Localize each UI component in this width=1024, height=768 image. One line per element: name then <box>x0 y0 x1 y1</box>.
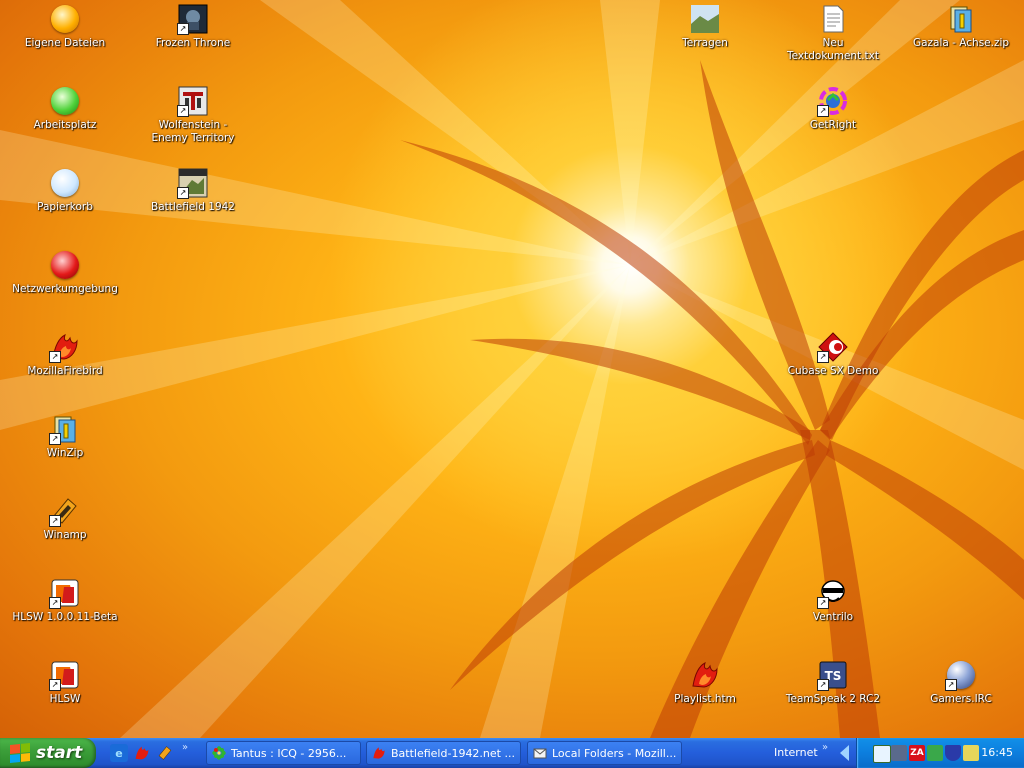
teamspeak-icon: TS ↗ <box>817 659 849 691</box>
shortcut-arrow-icon: ↗ <box>177 187 189 199</box>
shortcut-arrow-icon: ↗ <box>817 679 829 691</box>
desktop[interactable]: Eigene Dateien Arbeitsplatz Papierkorb N… <box>0 0 1024 738</box>
icq-flower-icon <box>211 745 227 761</box>
terragen-icon <box>689 3 721 35</box>
tray-network-connections-icon[interactable] <box>927 745 943 761</box>
tray-zonealarm-icon[interactable]: ZA <box>909 745 925 761</box>
desktop-icon-playlist[interactable]: Playlist.htm <box>649 659 761 706</box>
taskbar-button-battlefield-net[interactable]: Battlefield-1942.net ... <box>366 741 521 765</box>
shortcut-arrow-icon: ↗ <box>49 351 61 363</box>
shortcut-arrow-icon: ↗ <box>177 105 189 117</box>
desktop-icon-frozen-throne[interactable]: ↗ Frozen Throne <box>137 3 249 50</box>
wolfenstein-icon: ↗ <box>177 85 209 117</box>
shortcut-arrow-icon: ↗ <box>49 597 61 609</box>
battlefield-icon: ↗ <box>177 167 209 199</box>
desktop-icon-netzwerkumgebung[interactable]: Netzwerkumgebung <box>9 249 121 296</box>
desktop-icon-cubase[interactable]: ↗ Cubase SX Demo <box>777 331 889 378</box>
desktop-icon-eigene-dateien[interactable]: Eigene Dateien <box>9 3 121 50</box>
firebird-icon <box>371 745 387 761</box>
winamp-icon: ↗ <box>49 495 81 527</box>
shortcut-arrow-icon: ↗ <box>49 433 61 445</box>
desktop-icon-mozillafirebird[interactable]: ↗ MozillaFirebird <box>9 331 121 378</box>
taskbar-button-local-folders[interactable]: Local Folders - Mozill... <box>527 741 682 765</box>
ventrilo-icon: ↗ <box>817 577 849 609</box>
desktop-icon-terragen[interactable]: Terragen <box>649 3 761 50</box>
network-places-icon <box>49 249 81 281</box>
tray-network-icon[interactable] <box>891 745 907 761</box>
quicklaunch-firebird-icon[interactable] <box>133 744 151 762</box>
quicklaunch-internet-explorer-icon[interactable]: e <box>110 744 128 762</box>
tray-monitor-icon[interactable] <box>963 745 979 761</box>
desktop-icon-battlefield-1942[interactable]: ↗ Battlefield 1942 <box>137 167 249 214</box>
quicklaunch-overflow-icon[interactable]: » <box>182 742 188 753</box>
address-toolbar-label: Internet <box>774 746 818 759</box>
shortcut-arrow-icon: ↗ <box>177 23 189 35</box>
hlsw-icon: ↗ <box>49 659 81 691</box>
warcraft-frozen-throne-icon: ↗ <box>177 3 209 35</box>
shortcut-arrow-icon: ↗ <box>817 351 829 363</box>
desktop-icon-getright[interactable]: ↗ GetRight <box>777 85 889 132</box>
zip-file-icon <box>945 3 977 35</box>
mail-icon <box>532 745 548 761</box>
shortcut-arrow-icon: ↗ <box>817 597 829 609</box>
desktop-icon-hlsw[interactable]: ↗ HLSW <box>9 659 121 706</box>
taskbar-button-icq[interactable]: Tantus : ICQ - 2956... <box>206 741 361 765</box>
gamers-irc-icon: ↗ <box>945 659 977 691</box>
desktop-icon-hlsw-beta[interactable]: ↗ HLSW 1.0.0.11-Beta <box>9 577 121 624</box>
winzip-icon: ↗ <box>49 413 81 445</box>
recycle-bin-icon <box>49 167 81 199</box>
desktop-icon-winzip[interactable]: ↗ WinZip <box>9 413 121 460</box>
quicklaunch-winamp-icon[interactable] <box>156 744 174 762</box>
text-document-icon <box>817 3 849 35</box>
show-hidden-icons-button[interactable] <box>840 745 849 761</box>
start-button[interactable]: start <box>0 738 96 768</box>
hlsw-icon: ↗ <box>49 577 81 609</box>
taskbar: start e » Tantus : ICQ - 2956... Battlef… <box>0 738 1024 768</box>
address-overflow-icon[interactable]: » <box>822 742 828 753</box>
getright-icon: ↗ <box>817 85 849 117</box>
tray-mail-icon[interactable] <box>873 745 891 763</box>
firebird-icon: ↗ <box>49 331 81 363</box>
cubase-icon: ↗ <box>817 331 849 363</box>
shortcut-arrow-icon: ↗ <box>49 515 61 527</box>
windows-flag-icon <box>10 742 30 764</box>
shortcut-arrow-icon: ↗ <box>945 679 957 691</box>
tray-antivirus-shield-icon[interactable] <box>945 745 961 761</box>
desktop-icon-neu-textdokument[interactable]: Neu Textdokument.txt <box>777 3 889 63</box>
desktop-icon-papierkorb[interactable]: Papierkorb <box>9 167 121 214</box>
my-computer-icon <box>49 85 81 117</box>
clock[interactable]: 16:45 <box>981 746 1013 759</box>
firebird-html-icon <box>689 659 721 691</box>
shortcut-arrow-icon: ↗ <box>817 105 829 117</box>
system-tray: ZA 16:45 <box>856 738 1024 768</box>
desktop-icon-teamspeak[interactable]: TS ↗ TeamSpeak 2 RC2 <box>777 659 889 706</box>
desktop-icon-winamp[interactable]: ↗ Winamp <box>9 495 121 542</box>
desktop-icon-ventrilo[interactable]: ↗ Ventrilo <box>777 577 889 624</box>
desktop-icon-gazala-zip[interactable]: Gazala - Achse.zip <box>905 3 1017 50</box>
desktop-icon-gamers-irc[interactable]: ↗ Gamers.IRC <box>905 659 1017 706</box>
my-documents-icon <box>49 3 81 35</box>
shortcut-arrow-icon: ↗ <box>49 679 61 691</box>
desktop-icon-arbeitsplatz[interactable]: Arbeitsplatz <box>9 85 121 132</box>
desktop-icon-wolfenstein[interactable]: ↗ Wolfenstein - Enemy Territory <box>137 85 249 145</box>
